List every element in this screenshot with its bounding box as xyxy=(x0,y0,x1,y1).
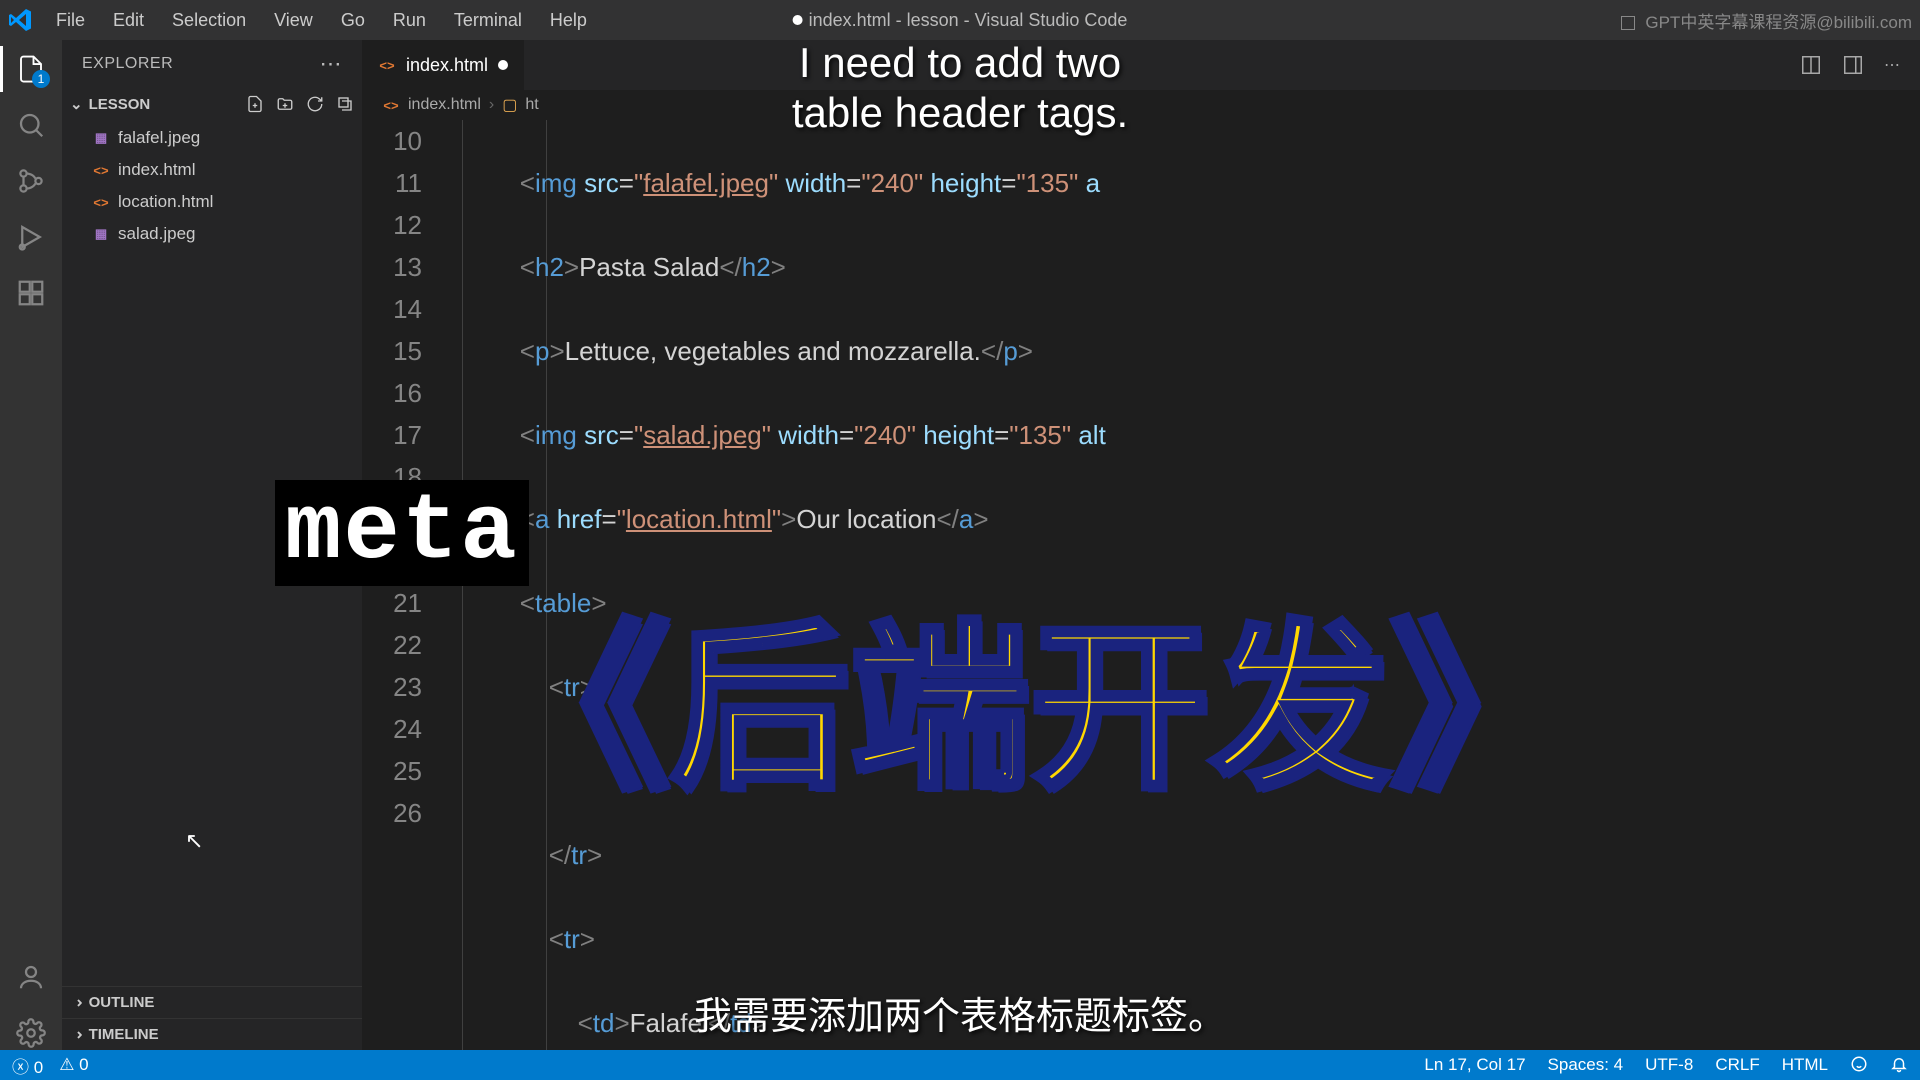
new-file-icon[interactable] xyxy=(246,95,264,113)
chevron-right-icon: › xyxy=(489,96,494,114)
explorer-badge: 1 xyxy=(32,70,50,88)
source-control-icon[interactable] xyxy=(14,164,48,198)
extensions-icon[interactable] xyxy=(14,276,48,310)
image-file-icon: ▦ xyxy=(92,129,110,147)
layout-icon[interactable] xyxy=(1842,54,1864,76)
status-bar: ⓧ 0 ⚠ 0 Ln 17, Col 17 Spaces: 4 UTF-8 CR… xyxy=(0,1050,1920,1080)
chevron-down-icon: ⌄ xyxy=(70,95,83,113)
more-actions-icon[interactable]: ⋯ xyxy=(1884,55,1900,75)
window-title: index.html - lesson - Visual Studio Code xyxy=(793,10,1128,31)
collapse-all-icon[interactable] xyxy=(336,95,354,113)
layout-icon[interactable] xyxy=(1621,16,1635,30)
timeline-section[interactable]: ⌄TIMELINE xyxy=(62,1018,362,1050)
image-file-icon: ▦ xyxy=(92,225,110,243)
status-warnings[interactable]: ⚠ 0 xyxy=(59,1055,88,1075)
modified-indicator-icon xyxy=(793,15,803,25)
code-content[interactable]: <img src="falafel.jpeg" width="240" heig… xyxy=(462,120,1920,1050)
modified-dot-icon xyxy=(498,60,508,70)
html-file-icon: <> xyxy=(378,56,396,74)
html-file-icon: <> xyxy=(92,161,110,179)
file-item[interactable]: ▦falafel.jpeg xyxy=(62,122,362,154)
status-notifications-icon[interactable] xyxy=(1890,1055,1908,1075)
mouse-cursor-icon: ↖ xyxy=(185,828,203,854)
html-file-icon: <> xyxy=(382,96,400,114)
line-numbers: 1011121314151617181920212223242526 xyxy=(362,120,442,834)
subtitle-english: I need to add two table header tags. xyxy=(792,38,1128,139)
editor-group: <> index.html ⋯ <> index.html › ▢ ht 101… xyxy=(362,40,1920,1050)
explorer-menu-icon[interactable]: ⋯ xyxy=(320,51,343,77)
menu-edit[interactable]: Edit xyxy=(101,6,156,35)
outline-section[interactable]: ⌄OUTLINE xyxy=(62,986,362,1018)
chevron-right-icon: ⌄ xyxy=(67,996,85,1009)
breadcrumbs[interactable]: <> index.html › ▢ ht xyxy=(362,90,1920,120)
menu-file[interactable]: File xyxy=(44,6,97,35)
run-debug-icon[interactable] xyxy=(14,220,48,254)
subtitle-chinese: 我需要添加两个表格标题标签。 xyxy=(694,985,1226,1040)
overlay-course-title: 《后端开发》 xyxy=(490,620,1570,800)
file-item[interactable]: <>location.html xyxy=(62,186,362,218)
overlay-meta-text: meta xyxy=(275,480,529,586)
file-tree: ▦falafel.jpeg <>index.html <>location.ht… xyxy=(62,120,362,252)
menu-run[interactable]: Run xyxy=(381,6,438,35)
menu-selection[interactable]: Selection xyxy=(160,6,258,35)
search-icon[interactable] xyxy=(14,108,48,142)
menu-help[interactable]: Help xyxy=(538,6,599,35)
new-folder-icon[interactable] xyxy=(276,95,294,113)
status-eol[interactable]: CRLF xyxy=(1715,1055,1759,1075)
html-file-icon: <> xyxy=(92,193,110,211)
element-icon: ▢ xyxy=(502,95,517,115)
file-item[interactable]: ▦salad.jpeg xyxy=(62,218,362,250)
menu-view[interactable]: View xyxy=(262,6,325,35)
title-bar: File Edit Selection View Go Run Terminal… xyxy=(0,0,1920,40)
file-item[interactable]: <>index.html xyxy=(62,154,362,186)
vscode-logo-icon xyxy=(8,8,32,32)
activity-bar: 1 xyxy=(0,40,62,1050)
status-language[interactable]: HTML xyxy=(1782,1055,1828,1075)
status-feedback-icon[interactable] xyxy=(1850,1055,1868,1075)
workspace-header[interactable]: ⌄ LESSON xyxy=(62,88,362,120)
chevron-right-icon: ⌄ xyxy=(67,1028,85,1041)
menu-terminal[interactable]: Terminal xyxy=(442,6,534,35)
explorer-title: EXPLORER ⋯ xyxy=(62,40,362,88)
watermark-text: GPT中英字幕课程资源@bilibili.com xyxy=(1621,8,1912,33)
refresh-icon[interactable] xyxy=(306,95,324,113)
editor-tabs: <> index.html ⋯ xyxy=(362,40,1920,90)
split-editor-icon[interactable] xyxy=(1800,54,1822,76)
code-editor[interactable]: 1011121314151617181920212223242526 <img … xyxy=(362,120,1920,1050)
settings-icon[interactable] xyxy=(14,1016,48,1050)
tab-index-html[interactable]: <> index.html xyxy=(362,40,525,90)
status-encoding[interactable]: UTF-8 xyxy=(1645,1055,1693,1075)
explorer-icon[interactable]: 1 xyxy=(14,52,48,86)
status-cursor-position[interactable]: Ln 17, Col 17 xyxy=(1424,1055,1525,1075)
menu-bar: File Edit Selection View Go Run Terminal… xyxy=(44,6,599,35)
accounts-icon[interactable] xyxy=(14,960,48,994)
status-errors[interactable]: ⓧ 0 xyxy=(12,1053,43,1078)
menu-go[interactable]: Go xyxy=(329,6,377,35)
status-indentation[interactable]: Spaces: 4 xyxy=(1548,1055,1624,1075)
